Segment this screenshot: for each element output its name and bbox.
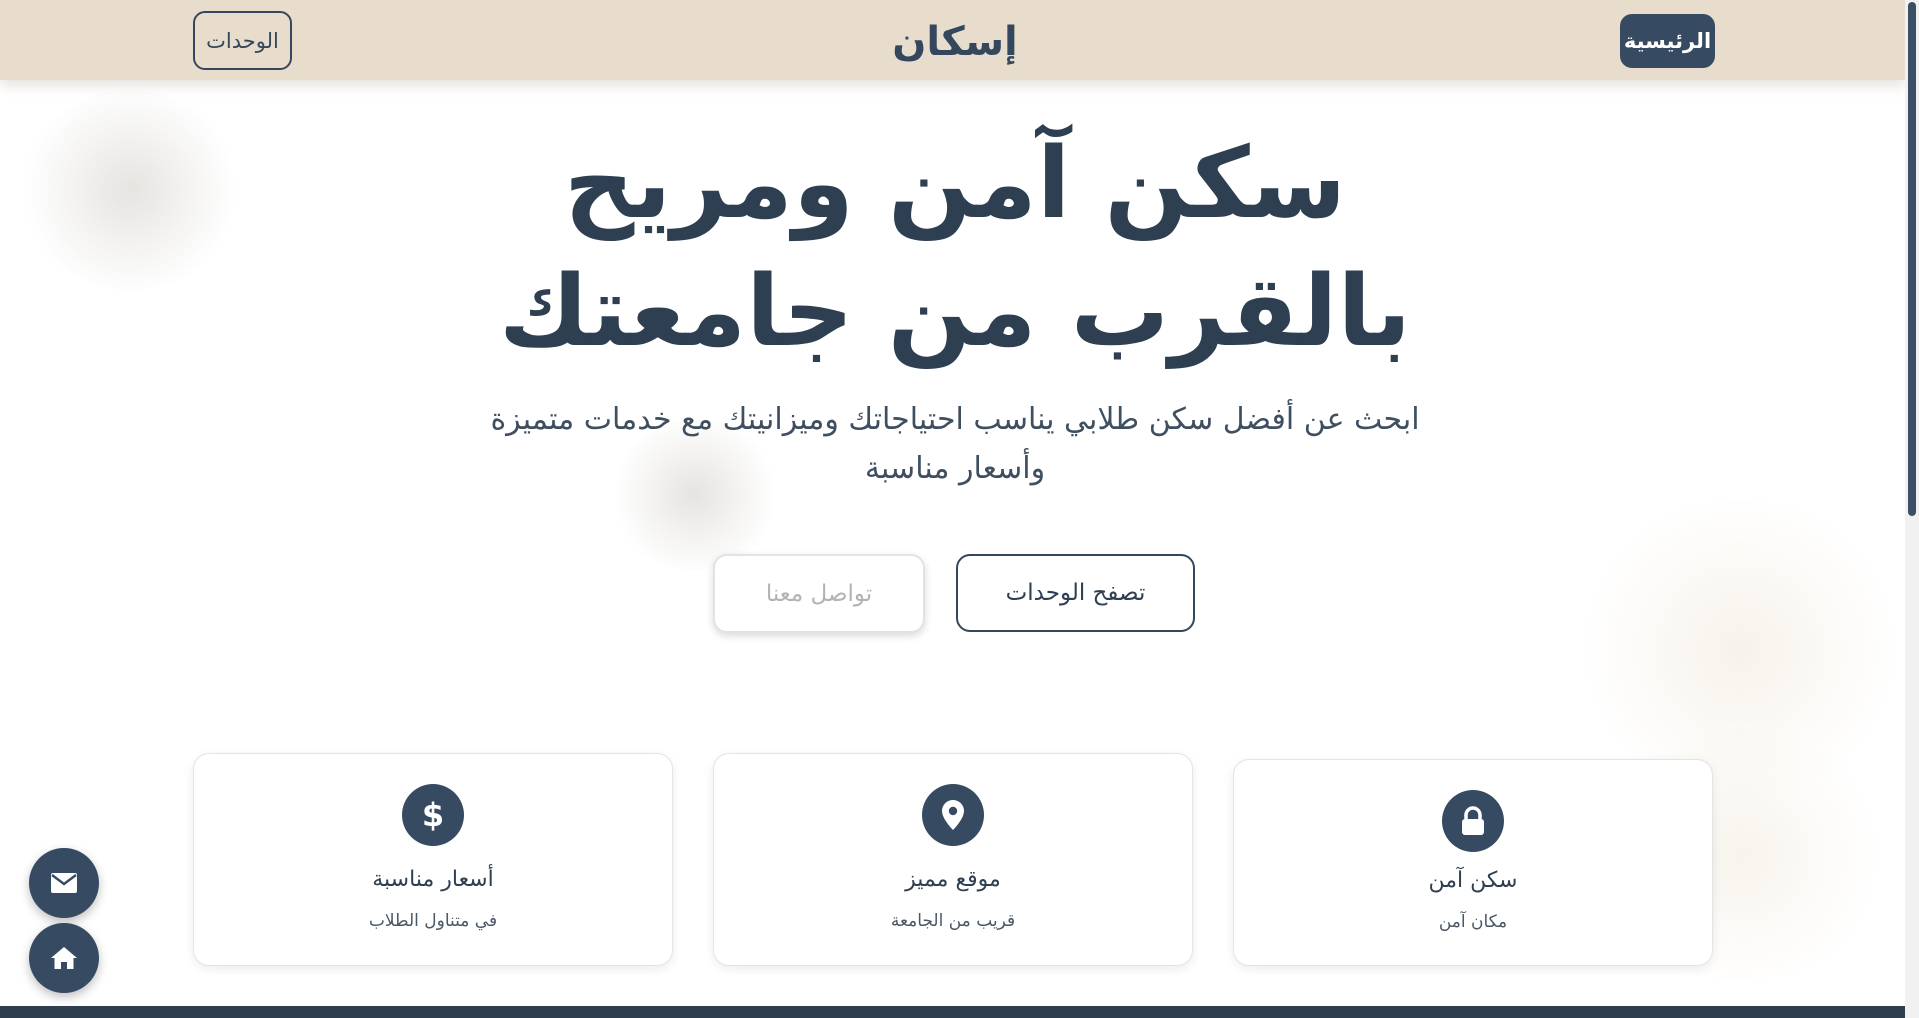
decorative-blob	[1580, 500, 1900, 800]
site-logo[interactable]: إسكان	[880, 12, 1030, 72]
floating-mail-button[interactable]	[29, 848, 99, 918]
hero-subtitle: ابحث عن أفضل سكن طلابي يناسب احتياجاتك و…	[460, 395, 1450, 493]
feature-card-secure-housing: سكن آمن مكان آمن	[1233, 759, 1713, 966]
lock-icon	[1442, 790, 1504, 852]
hero-title-line-1: سكن آمن ومريح	[563, 127, 1347, 241]
hero-subtitle-line-2: وأسعار مناسبة	[864, 451, 1046, 486]
feature-title: سكن آمن	[1428, 868, 1518, 893]
feature-description: في متناول الطلاب	[368, 911, 498, 931]
contact-us-button[interactable]: تواصل معنا	[713, 554, 925, 633]
decorative-blob	[20, 90, 240, 290]
feature-card-prime-location: موقع مميز قريب من الجامعة	[713, 753, 1193, 966]
feature-description: قريب من الجامعة	[890, 911, 1016, 931]
feature-title: موقع مميز	[905, 867, 1001, 892]
feature-card-affordable-prices: $ أسعار مناسبة في متناول الطلاب	[193, 753, 673, 966]
feature-title: أسعار مناسبة	[372, 867, 494, 892]
hero-title-line-2: بالقرب من جامعتك	[498, 255, 1412, 369]
hero-subtitle-line-1: ابحث عن أفضل سكن طلابي يناسب احتياجاتك و…	[490, 402, 1420, 437]
nav-home-button[interactable]: الرئيسية	[1620, 14, 1715, 68]
feature-description: مكان آمن	[1438, 912, 1508, 932]
site-header: الرئيسية إسكان الوحدات	[0, 0, 1905, 80]
home-icon	[51, 947, 77, 969]
footer-edge	[0, 1006, 1905, 1018]
map-marker-icon	[922, 784, 984, 846]
dollar-icon: $	[402, 784, 464, 846]
nav-units-button[interactable]: الوحدات	[193, 11, 292, 70]
page-scrollbar[interactable]	[1905, 0, 1919, 1018]
page: الرئيسية إسكان الوحدات سكن آمن ومريح بال…	[0, 0, 1919, 1018]
browse-units-button[interactable]: تصفح الوحدات	[956, 554, 1195, 632]
scrollbar-thumb[interactable]	[1908, 2, 1916, 516]
floating-home-button[interactable]	[29, 923, 99, 993]
hero-title: سكن آمن ومريح بالقرب من جامعتك	[480, 120, 1430, 376]
envelope-icon	[51, 873, 77, 893]
